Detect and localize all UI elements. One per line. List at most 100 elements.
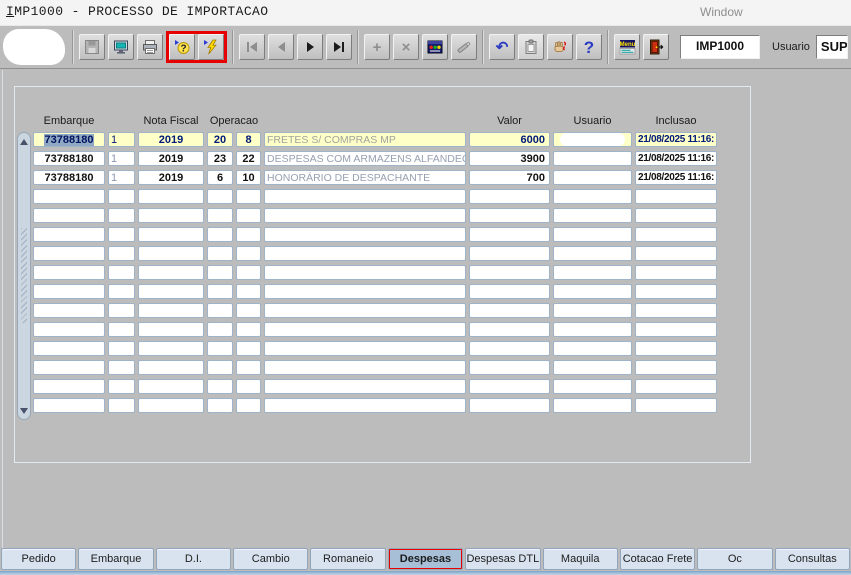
cell-operacao-2[interactable] xyxy=(236,208,261,223)
cell-nota-fiscal[interactable] xyxy=(138,360,204,375)
menu-window[interactable]: Window xyxy=(700,5,743,19)
cell-operacao-1[interactable] xyxy=(207,246,233,261)
cell-operacao-2[interactable] xyxy=(236,189,261,204)
cell-operacao-1[interactable]: 23 xyxy=(207,151,233,166)
tab-cotacao-frete[interactable]: Cotacao Frete xyxy=(620,548,695,570)
cell-operacao-2[interactable] xyxy=(236,379,261,394)
cell-embarque[interactable]: 73788180 xyxy=(33,132,105,147)
user-field[interactable]: SUPORTE@ xyxy=(816,35,848,59)
tab-cambio[interactable]: Cambio xyxy=(233,548,308,570)
cell-operacao-2[interactable] xyxy=(236,284,261,299)
cell-operacao-2[interactable] xyxy=(236,398,261,413)
cell-usuario[interactable] xyxy=(553,303,632,318)
scrollbar-thumb[interactable] xyxy=(21,228,27,323)
execute-query-button[interactable] xyxy=(198,34,224,60)
cell-operacao-1[interactable] xyxy=(207,208,233,223)
cell-descricao[interactable] xyxy=(264,303,466,318)
cell-embarque[interactable] xyxy=(33,189,105,204)
cell-descricao[interactable] xyxy=(264,379,466,394)
tab-despesas[interactable]: Despesas xyxy=(388,548,463,570)
cell-seq[interactable] xyxy=(108,322,135,337)
cell-operacao-1[interactable] xyxy=(207,265,233,280)
cell-operacao-2[interactable] xyxy=(236,227,261,242)
cell-nota-fiscal[interactable]: 2019 xyxy=(138,151,204,166)
save-button[interactable] xyxy=(79,34,105,60)
cell-inclusao[interactable]: 21/08/2025 11:16: xyxy=(635,132,717,147)
cell-valor[interactable] xyxy=(469,379,550,394)
cell-seq[interactable]: 1 xyxy=(108,170,135,185)
cell-operacao-2[interactable] xyxy=(236,360,261,375)
cell-descricao[interactable] xyxy=(264,341,466,356)
cell-descricao[interactable] xyxy=(264,398,466,413)
cell-nota-fiscal[interactable] xyxy=(138,379,204,394)
cell-nota-fiscal[interactable] xyxy=(138,341,204,356)
cell-descricao[interactable] xyxy=(264,265,466,280)
cell-operacao-2[interactable] xyxy=(236,303,261,318)
scrollbar-down-button[interactable] xyxy=(19,404,29,417)
cell-operacao-1[interactable] xyxy=(207,398,233,413)
cell-usuario[interactable] xyxy=(553,151,632,166)
cell-inclusao[interactable] xyxy=(635,379,717,394)
next-record-button[interactable] xyxy=(297,34,323,60)
cell-valor[interactable] xyxy=(469,322,550,337)
cell-usuario[interactable] xyxy=(553,398,632,413)
cell-operacao-1[interactable] xyxy=(207,341,233,356)
cell-seq[interactable] xyxy=(108,265,135,280)
cell-valor[interactable] xyxy=(469,265,550,280)
cell-inclusao[interactable] xyxy=(635,303,717,318)
tab-romaneio[interactable]: Romaneio xyxy=(310,548,385,570)
cell-usuario[interactable] xyxy=(553,284,632,299)
edit-form-button[interactable] xyxy=(422,34,448,60)
cell-operacao-1[interactable]: 20 xyxy=(207,132,233,147)
cell-operacao-2[interactable] xyxy=(236,265,261,280)
exit-button[interactable] xyxy=(643,34,669,60)
cell-inclusao[interactable] xyxy=(635,265,717,280)
cell-operacao-2[interactable]: 22 xyxy=(236,151,261,166)
delete-record-button[interactable]: × xyxy=(393,34,419,60)
cell-usuario[interactable] xyxy=(553,208,632,223)
cell-seq[interactable] xyxy=(108,303,135,318)
cell-embarque[interactable] xyxy=(33,379,105,394)
cell-usuario[interactable] xyxy=(553,246,632,261)
print-button[interactable] xyxy=(137,34,163,60)
grid-scrollbar[interactable] xyxy=(17,132,31,420)
cell-inclusao[interactable] xyxy=(635,189,717,204)
cell-operacao-2[interactable] xyxy=(236,246,261,261)
cell-descricao[interactable]: DESPESAS COM ARMAZENS ALFANDEGADO xyxy=(264,151,466,166)
clear-field-button[interactable] xyxy=(451,34,477,60)
cell-valor[interactable] xyxy=(469,246,550,261)
cell-valor[interactable] xyxy=(469,303,550,318)
cell-valor[interactable]: 6000 xyxy=(469,132,550,147)
tab-maquila[interactable]: Maquila xyxy=(543,548,618,570)
display-button[interactable] xyxy=(108,34,134,60)
cell-usuario[interactable] xyxy=(553,132,632,147)
tab-oc[interactable]: Oc xyxy=(697,548,772,570)
cell-seq[interactable] xyxy=(108,189,135,204)
cell-descricao[interactable] xyxy=(264,189,466,204)
cell-embarque[interactable] xyxy=(33,398,105,413)
cell-valor[interactable] xyxy=(469,360,550,375)
cell-operacao-1[interactable] xyxy=(207,379,233,394)
tab-embarque[interactable]: Embarque xyxy=(78,548,153,570)
cell-seq[interactable] xyxy=(108,227,135,242)
cell-operacao-1[interactable] xyxy=(207,227,233,242)
cell-operacao-1[interactable] xyxy=(207,360,233,375)
cell-operacao-1[interactable] xyxy=(207,322,233,337)
cell-nota-fiscal[interactable]: 2019 xyxy=(138,170,204,185)
cell-seq[interactable] xyxy=(108,341,135,356)
cell-usuario[interactable] xyxy=(553,360,632,375)
cell-embarque[interactable] xyxy=(33,227,105,242)
cell-seq[interactable]: 1 xyxy=(108,132,135,147)
cell-usuario[interactable] xyxy=(553,189,632,204)
cell-inclusao[interactable] xyxy=(635,208,717,223)
cell-embarque[interactable] xyxy=(33,208,105,223)
cell-valor[interactable] xyxy=(469,284,550,299)
cell-seq[interactable] xyxy=(108,398,135,413)
cell-nota-fiscal[interactable] xyxy=(138,284,204,299)
cell-seq[interactable]: 1 xyxy=(108,151,135,166)
cell-seq[interactable] xyxy=(108,284,135,299)
cell-operacao-1[interactable] xyxy=(207,189,233,204)
last-record-button[interactable] xyxy=(326,34,352,60)
tab-despesas-dtl[interactable]: Despesas DTL xyxy=(465,548,540,570)
cell-valor[interactable] xyxy=(469,208,550,223)
